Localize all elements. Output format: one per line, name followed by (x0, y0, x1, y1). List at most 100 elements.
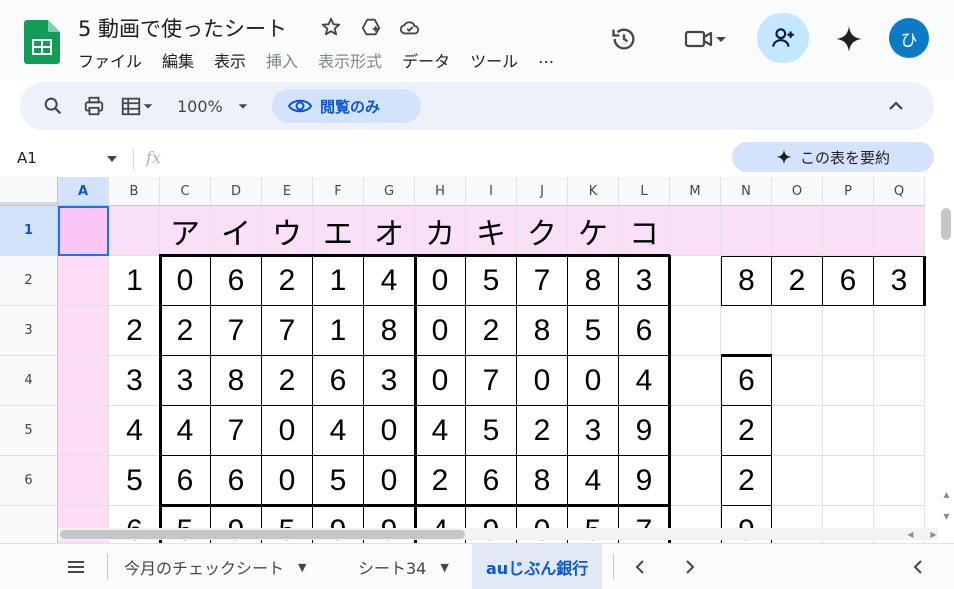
data-cell[interactable]: 0 (517, 356, 568, 406)
data-cell[interactable]: 7 (211, 306, 262, 356)
formula-input[interactable] (174, 142, 726, 172)
column-header-g[interactable]: G (364, 177, 415, 206)
summarize-table-button[interactable]: この表を要約 (732, 142, 934, 172)
data-cell[interactable]: 6 (211, 456, 262, 506)
chevron-down-icon[interactable]: ▼ (440, 561, 448, 574)
cloud-saved-icon[interactable] (399, 16, 421, 38)
cell[interactable] (772, 306, 823, 356)
data-cell[interactable]: 3 (160, 356, 211, 406)
column-header-j[interactable]: J (517, 177, 568, 206)
column-header-d[interactable]: D (211, 177, 262, 206)
side-value-cell[interactable]: 2 (721, 456, 772, 506)
side-value-cell[interactable]: 2 (772, 256, 823, 306)
data-cell[interactable]: 3 (619, 256, 670, 306)
cell[interactable] (823, 206, 874, 256)
data-cell[interactable]: 2 (466, 306, 517, 356)
data-cell[interactable]: 4 (619, 356, 670, 406)
scroll-down-arrow-icon[interactable]: ▼ (941, 511, 952, 522)
print-button[interactable] (83, 82, 111, 130)
row-header[interactable]: 3 (0, 306, 58, 356)
side-value-cell[interactable]: 6 (721, 356, 772, 406)
menu-tools[interactable]: ツール (470, 48, 518, 71)
star-icon[interactable] (320, 16, 342, 38)
version-history-button[interactable] (608, 23, 640, 55)
cell[interactable] (670, 256, 721, 306)
data-cell[interactable]: 2 (160, 306, 211, 356)
cell[interactable] (58, 456, 109, 506)
cell[interactable] (823, 356, 874, 406)
cell[interactable] (58, 256, 109, 306)
cell[interactable] (721, 206, 772, 256)
data-cell[interactable]: 7 (517, 256, 568, 306)
column-header-q[interactable]: Q (874, 177, 925, 206)
chevron-down-icon[interactable] (106, 155, 118, 163)
cell[interactable] (772, 206, 823, 256)
column-header-k[interactable]: K (568, 177, 619, 206)
scroll-left-arrow-icon[interactable]: ◀ (905, 529, 916, 540)
data-cell[interactable]: 2 (262, 356, 313, 406)
cell[interactable] (823, 406, 874, 456)
share-button[interactable] (757, 13, 809, 63)
data-cell[interactable]: 0 (415, 306, 466, 356)
data-cell[interactable]: 0 (364, 406, 415, 456)
data-cell[interactable]: 4 (313, 406, 364, 456)
account-avatar[interactable]: ひ (889, 18, 929, 58)
sheet-tab-au-jibun-bank[interactable]: auじぶん銀行 (472, 544, 603, 589)
data-cell[interactable]: 5 (313, 456, 364, 506)
data-cell[interactable]: 9 (619, 456, 670, 506)
data-cell[interactable]: 7 (466, 356, 517, 406)
paint-format-button[interactable] (120, 82, 164, 130)
cell[interactable] (874, 406, 925, 456)
data-cell[interactable]: 4 (160, 406, 211, 456)
side-value-cell[interactable]: 6 (823, 256, 874, 306)
column-header-e[interactable]: E (262, 177, 313, 206)
data-cell[interactable]: 6 (313, 356, 364, 406)
data-cell[interactable]: 5 (568, 306, 619, 356)
column-header-o[interactable]: O (772, 177, 823, 206)
gemini-button[interactable] (832, 22, 866, 56)
data-cell[interactable]: 0 (415, 356, 466, 406)
cell[interactable] (58, 406, 109, 456)
sheet-tab-monthly-check[interactable]: 今月のチェックシート ▼ (124, 544, 306, 589)
row-header[interactable]: 4 (0, 356, 58, 406)
cell[interactable] (823, 306, 874, 356)
data-cell[interactable]: 8 (517, 456, 568, 506)
data-cell[interactable]: 8 (211, 356, 262, 406)
menu-insert[interactable]: 挿入 (266, 48, 298, 71)
horizontal-scrollbar-thumb[interactable] (60, 530, 465, 539)
data-cell[interactable]: 3 (568, 406, 619, 456)
sheets-logo-icon[interactable] (24, 20, 60, 64)
data-cell[interactable]: 4 (568, 456, 619, 506)
data-cell[interactable]: 9 (619, 406, 670, 456)
document-title[interactable]: 5 動画で使ったシート (78, 13, 287, 43)
data-cell[interactable]: 2 (517, 406, 568, 456)
data-cell[interactable]: 0 (568, 356, 619, 406)
cell[interactable] (721, 306, 772, 356)
menu-data[interactable]: データ (402, 48, 450, 71)
data-cell[interactable]: 4 (415, 406, 466, 456)
zoom-select[interactable]: 100% (177, 82, 257, 130)
search-menus-button[interactable] (42, 82, 70, 130)
data-cell[interactable]: 2 (415, 456, 466, 506)
data-cell[interactable]: 3 (364, 356, 415, 406)
select-all-corner[interactable] (0, 177, 58, 206)
row-header[interactable] (0, 506, 58, 543)
scroll-up-arrow-icon[interactable]: ▲ (941, 489, 952, 500)
data-cell[interactable]: 6 (619, 306, 670, 356)
column-header-a[interactable]: A (58, 177, 109, 206)
column-header-c[interactable]: C (160, 177, 211, 206)
side-panel-toggle-button[interactable] (912, 544, 930, 589)
collapse-menus-button[interactable] (888, 82, 910, 130)
data-cell[interactable]: 0 (415, 256, 466, 306)
cell[interactable] (823, 456, 874, 506)
menu-file[interactable]: ファイル (78, 48, 142, 71)
column-header-l[interactable]: L (619, 177, 670, 206)
side-value-cell[interactable]: 8 (721, 256, 772, 306)
data-cell[interactable]: 7 (262, 306, 313, 356)
data-cell[interactable]: 6 (160, 456, 211, 506)
column-header-p[interactable]: P (823, 177, 874, 206)
data-cell[interactable]: 0 (160, 256, 211, 306)
data-cell[interactable]: 6 (211, 256, 262, 306)
sheet-tab-sheet34[interactable]: シート34 ▼ (358, 544, 449, 589)
scroll-right-arrow-icon[interactable]: ▶ (928, 529, 939, 540)
